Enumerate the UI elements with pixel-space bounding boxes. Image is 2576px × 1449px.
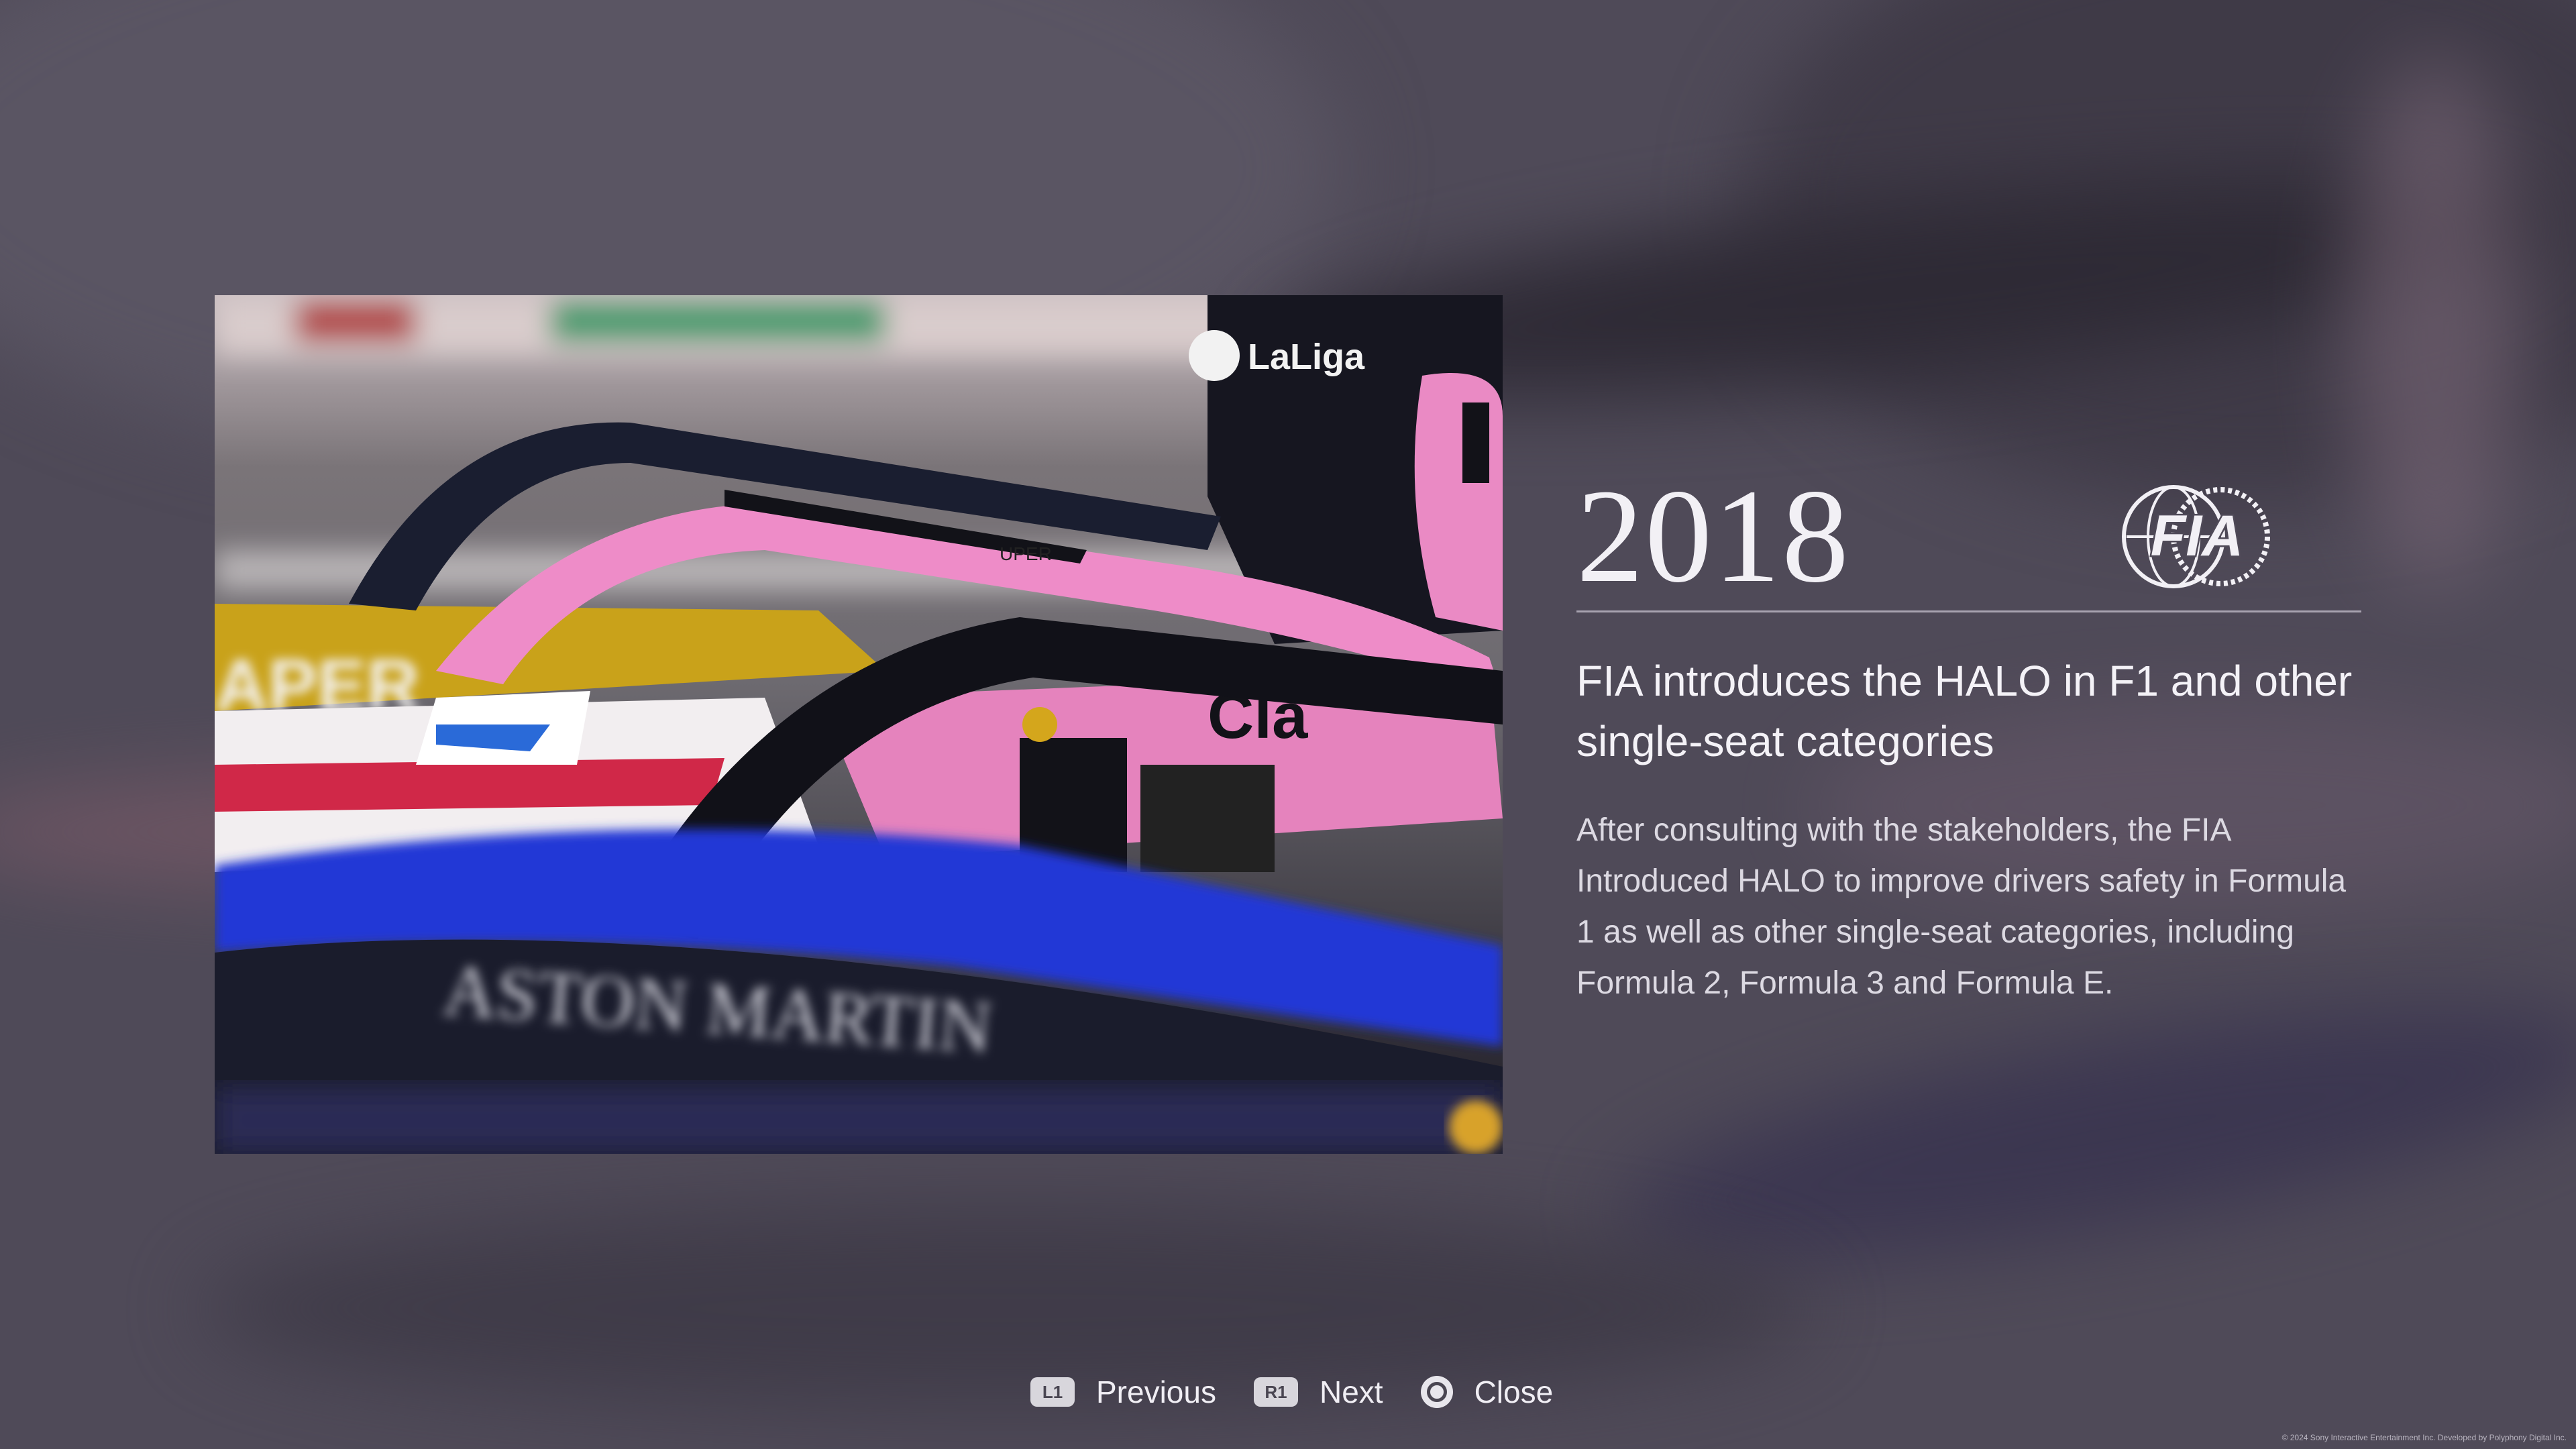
svg-text:UPER: UPER [1000,543,1052,564]
divider [1576,610,2361,612]
halo-photo: LaLiga APER UPER Cla ASTON MARTIN [215,295,1503,1154]
previous-label: Previous [1096,1375,1216,1409]
previous-button[interactable]: L1 Previous [1030,1374,1216,1410]
laliga-logo: LaLiga [1189,330,1365,381]
copyright-notice: © 2024 Sony Interactive Entertainment In… [2282,1433,2567,1442]
close-button[interactable]: Close [1420,1374,1554,1410]
fia-logo: FIA [2122,485,2270,588]
button-prompts: L1 Previous R1 Next Close [1030,1368,1553,1415]
svg-text:FIA: FIA [2151,504,2244,568]
circle-button-icon [1420,1376,1453,1408]
close-label: Close [1474,1375,1554,1409]
l1-button-icon: L1 [1030,1377,1075,1407]
next-label: Next [1319,1375,1383,1409]
svg-text:LaLiga: LaLiga [1248,337,1365,377]
r1-button-icon: R1 [1253,1377,1298,1407]
next-button[interactable]: R1 Next [1253,1374,1383,1410]
year-title: 2018 [1576,462,1850,610]
headline: FIA introduces the HALO in F1 and other … [1576,657,2353,765]
description: After consulting with the stakeholders, … [1576,812,2347,1001]
